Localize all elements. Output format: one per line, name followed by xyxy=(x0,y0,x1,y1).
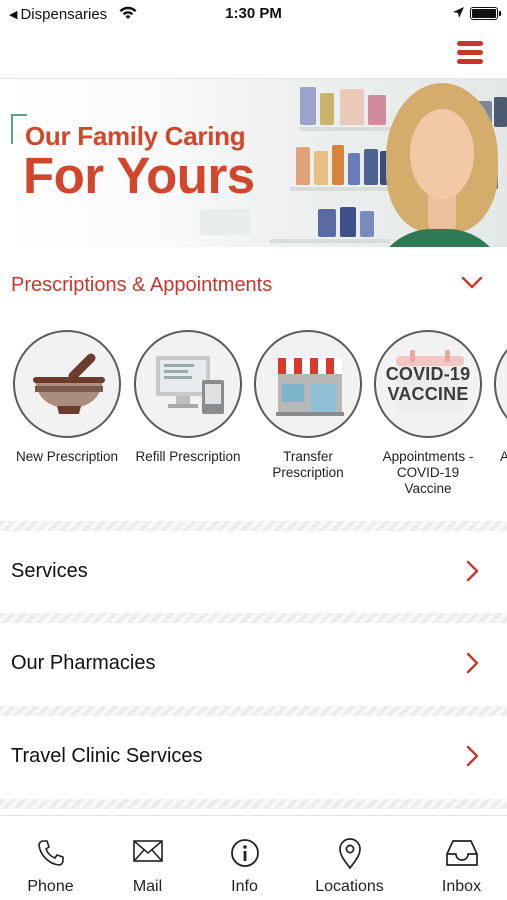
nav-bar xyxy=(0,28,507,79)
tab-label: Inbox xyxy=(441,878,482,895)
info-icon xyxy=(230,839,259,867)
status-time: 1:30 PM xyxy=(225,5,282,22)
inbox-icon xyxy=(445,840,478,866)
list-item-services[interactable]: Services xyxy=(0,531,507,613)
tab-label: Locations xyxy=(315,878,384,895)
carousel-item-label: Refill Prescription xyxy=(135,449,241,464)
covid-vaccine-text: COVID-19 VACCINE xyxy=(385,364,471,404)
tab-label: Phone xyxy=(27,878,74,895)
tab-locations[interactable]: Locations xyxy=(299,816,400,900)
tab-info[interactable]: Info xyxy=(194,816,295,900)
chevron-right-icon xyxy=(466,745,479,767)
chevron-right-icon xyxy=(466,560,479,582)
tab-mail[interactable]: Mail xyxy=(97,816,198,900)
carousel-item-covid-vaccine[interactable]: COVID-19 VACCINE Appointments - COVID-19… xyxy=(368,330,488,497)
carousel-item-refill-prescription[interactable]: Refill Prescription xyxy=(128,330,248,465)
list-item-label: Our Pharmacies xyxy=(11,652,156,674)
tab-label: Info xyxy=(231,878,258,895)
chevron-right-icon xyxy=(466,652,479,674)
list-item-label: Services xyxy=(11,560,88,582)
section-divider xyxy=(0,521,507,531)
prescriptions-section-header[interactable]: Prescriptions & Appointments xyxy=(0,262,507,308)
tab-phone[interactable]: Phone xyxy=(0,816,101,900)
list-item-travel-clinic-services[interactable]: Travel Clinic Services xyxy=(0,716,507,798)
carousel-item-new-prescription[interactable]: New Prescription xyxy=(7,330,127,465)
phone-icon xyxy=(37,840,64,866)
list-item-label: Travel Clinic Services xyxy=(11,745,203,767)
section-title: Prescriptions & Appointments xyxy=(11,274,273,296)
computer-monitor-icon xyxy=(156,356,224,414)
storefront-icon xyxy=(276,358,344,416)
tab-inbox[interactable]: Inbox xyxy=(411,816,507,900)
list-item-our-pharmacies[interactable]: Our Pharmacies xyxy=(0,623,507,705)
location-arrow-icon xyxy=(453,7,464,18)
banner-headline-line2: For Yours xyxy=(23,147,255,204)
carousel-item-label: New Prescription xyxy=(15,449,119,464)
carousel-item-label: Appointments - COVID-19 Vaccine xyxy=(382,449,474,496)
carousel-item-label: A xyxy=(500,449,507,464)
status-bar: ◀ Dispensaries 1:30 PM xyxy=(0,0,507,28)
section-divider xyxy=(0,613,507,623)
covid-vaccine-icon: COVID-19 VACCINE xyxy=(374,330,482,438)
bottom-tab-bar: Phone Mail Info Locations Inbox xyxy=(0,815,507,900)
carousel-item-transfer-prescription[interactable]: Transfer Prescription xyxy=(248,330,368,481)
chevron-down-icon xyxy=(461,276,483,289)
battery-icon xyxy=(470,7,501,20)
partial-item-icon xyxy=(494,330,507,438)
mail-icon xyxy=(132,840,163,862)
location-pin-icon xyxy=(338,838,361,870)
hamburger-menu-icon[interactable] xyxy=(457,41,483,64)
carousel-item-partial[interactable]: A xyxy=(488,330,507,465)
prescription-carousel[interactable]: New Prescription Refill Prescription Tra… xyxy=(0,330,507,505)
section-divider xyxy=(0,799,507,809)
carousel-item-label: Transfer Prescription xyxy=(272,449,344,480)
tab-label: Mail xyxy=(132,878,163,895)
mortar-pestle-icon xyxy=(33,353,105,414)
section-divider xyxy=(0,706,507,716)
